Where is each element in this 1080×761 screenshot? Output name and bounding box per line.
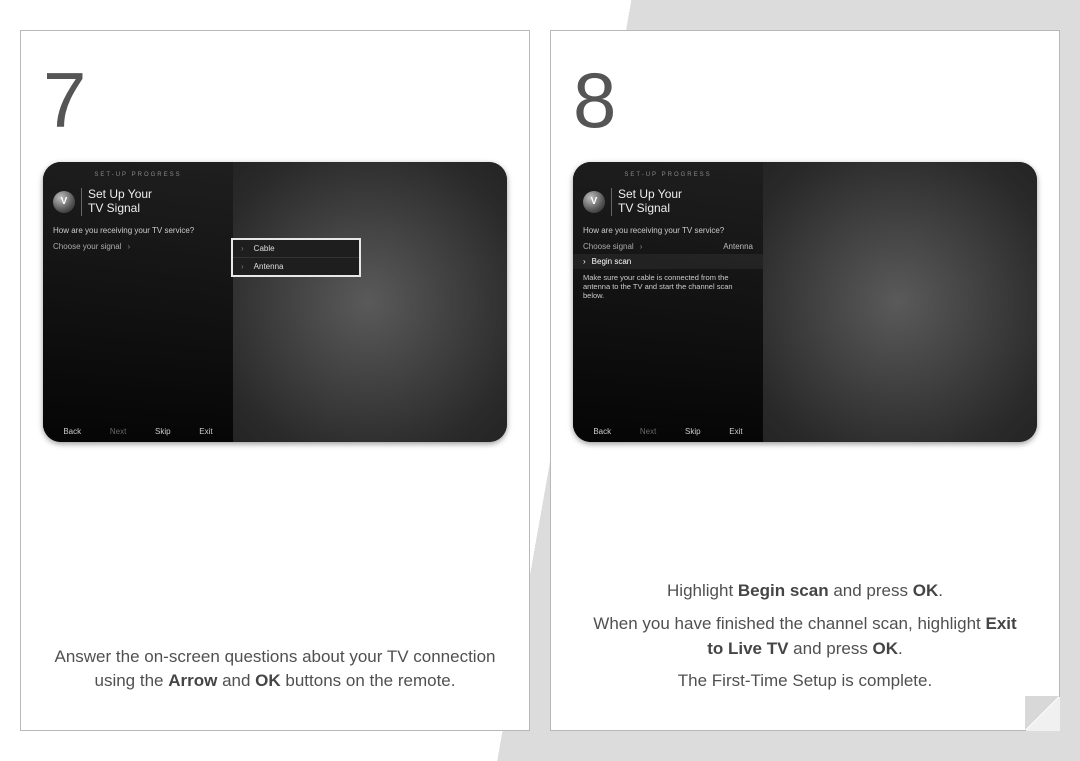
setup-progress-label: SET-UP PROGRESS	[573, 172, 763, 178]
setup-progress-label: SET-UP PROGRESS	[43, 172, 233, 178]
panel-title-line2: TV Signal	[88, 201, 140, 215]
chevron-right-icon: ›	[241, 244, 244, 253]
footer-skip-button[interactable]: Skip	[155, 427, 171, 436]
begin-scan-label: Begin scan	[592, 257, 632, 266]
caption-text: Highlight	[667, 581, 738, 600]
choose-signal-row[interactable]: Choose your signal ›	[43, 239, 233, 254]
panel-title-line2: TV Signal	[618, 201, 670, 215]
begin-scan-row[interactable]: › Begin scan	[573, 254, 763, 269]
panel-title-line1: Set Up Your	[88, 187, 152, 201]
caption-text: and	[217, 671, 255, 690]
footer-exit-button[interactable]: Exit	[199, 427, 212, 436]
step-number: 8	[573, 55, 1037, 146]
panel-footer: Back Next Skip Exit	[43, 427, 233, 436]
choose-signal-label: Choose signal	[583, 242, 634, 251]
caption-text: and press	[829, 581, 913, 600]
choose-signal-value: Antenna	[723, 242, 753, 251]
footer-next-button[interactable]: Next	[640, 427, 656, 436]
panel-title-line1: Set Up Your	[618, 187, 682, 201]
panel-title: Set Up Your TV Signal	[611, 188, 682, 216]
footer-next-button[interactable]: Next	[110, 427, 126, 436]
footer-back-button[interactable]: Back	[593, 427, 611, 436]
step8-caption: Highlight Begin scan and press OK. When …	[573, 579, 1037, 702]
cards-row: 7 SET-UP PROGRESS V Set Up Your TV Signa…	[20, 30, 1060, 731]
caption-text: buttons on the remote.	[281, 671, 456, 690]
panel-header: V Set Up Your TV Signal	[573, 186, 763, 224]
choose-signal-label: Choose your signal	[53, 242, 121, 251]
caption-bold-ok: OK	[873, 639, 899, 658]
caption-text: When you have finished the channel scan,…	[593, 614, 985, 633]
brand-logo-icon: V	[583, 191, 605, 213]
chevron-right-icon: ›	[640, 242, 643, 251]
popup-option-label: Cable	[254, 244, 275, 253]
signal-popup: › Cable › Antenna	[231, 238, 361, 277]
chevron-right-icon: ›	[241, 262, 244, 271]
caption-complete: The First-Time Setup is complete.	[583, 669, 1027, 694]
tv-mockup-8: SET-UP PROGRESS V Set Up Your TV Signal …	[573, 162, 1037, 442]
caption-bold-begin-scan: Begin scan	[738, 581, 829, 600]
brand-logo-icon: V	[53, 191, 75, 213]
footer-back-button[interactable]: Back	[63, 427, 81, 436]
panel-note: Make sure your cable is connected from t…	[573, 269, 763, 309]
page-corner-cut	[1026, 697, 1060, 731]
popup-option-label: Antenna	[254, 262, 284, 271]
card-step-8: 8 SET-UP PROGRESS V Set Up Your TV Signa…	[550, 30, 1060, 731]
chevron-right-icon: ›	[127, 242, 130, 251]
step-number: 7	[43, 55, 507, 146]
tv-side-panel: SET-UP PROGRESS V Set Up Your TV Signal …	[43, 162, 233, 442]
tv-side-panel: SET-UP PROGRESS V Set Up Your TV Signal …	[573, 162, 763, 442]
chevron-right-icon: ›	[583, 257, 586, 266]
card-step-7: 7 SET-UP PROGRESS V Set Up Your TV Signa…	[20, 30, 530, 731]
footer-exit-button[interactable]: Exit	[729, 427, 742, 436]
panel-question: How are you receiving your TV service?	[573, 224, 763, 239]
panel-title: Set Up Your TV Signal	[81, 188, 152, 216]
panel-footer: Back Next Skip Exit	[573, 427, 763, 436]
caption-text: .	[898, 639, 903, 658]
popup-option-antenna[interactable]: › Antenna	[233, 258, 359, 275]
caption-text: .	[938, 581, 943, 600]
caption-bold-arrow: Arrow	[168, 671, 217, 690]
caption-bold-ok: OK	[913, 581, 939, 600]
popup-option-cable[interactable]: › Cable	[233, 240, 359, 258]
footer-skip-button[interactable]: Skip	[685, 427, 701, 436]
choose-signal-row[interactable]: Choose signal › Antenna	[573, 239, 763, 254]
caption-text: and press	[788, 639, 872, 658]
caption-bold-ok: OK	[255, 671, 281, 690]
panel-header: V Set Up Your TV Signal	[43, 186, 233, 224]
tv-mockup-7: SET-UP PROGRESS V Set Up Your TV Signal …	[43, 162, 507, 442]
step7-caption: Answer the on-screen questions about you…	[43, 645, 507, 702]
panel-question: How are you receiving your TV service?	[43, 224, 233, 239]
